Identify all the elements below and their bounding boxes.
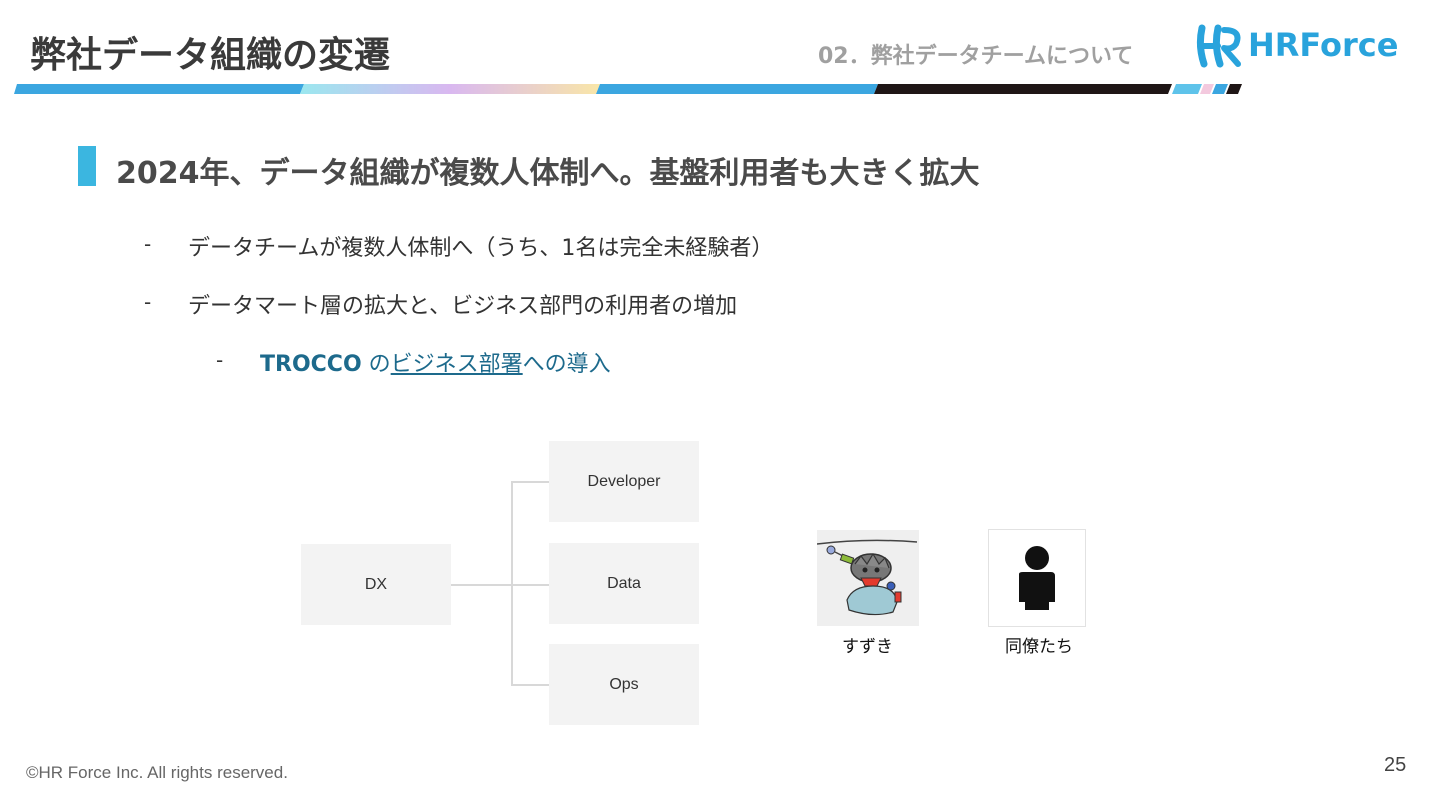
page-number: 25 xyxy=(1384,754,1407,776)
company-logo: HRForce xyxy=(1196,24,1402,70)
trocco-label: TROCCO xyxy=(260,352,362,377)
slide-title: 弊社データ組織の変遷 xyxy=(30,35,391,76)
connector-line xyxy=(511,684,549,686)
logo-text: HRForce xyxy=(1248,26,1399,64)
bullet-text: データチームが複数人体制へ（うち、1名は完全未経験者） xyxy=(188,236,774,261)
org-child-box: Developer xyxy=(549,441,699,522)
bullet-dash: - xyxy=(144,290,152,314)
header-stripe xyxy=(14,84,1242,94)
copyright-footer: ©HR Force Inc. All rights reserved. xyxy=(26,763,288,782)
heading-accent-bar xyxy=(78,146,96,186)
connector-line xyxy=(511,481,549,483)
person-silhouette-icon xyxy=(1019,546,1055,610)
bullet-dash: - xyxy=(144,232,152,256)
section-label: 02．弊社データチームについて xyxy=(818,44,1134,69)
sub-bullet-text: TROCCO のビジネス部署への導入 xyxy=(260,346,611,378)
bullet-text: データマート層の拡大と、ビジネス部門の利用者の増加 xyxy=(188,294,738,319)
colleagues-avatar xyxy=(988,529,1086,627)
business-dept-link[interactable]: ビジネス部署 xyxy=(391,352,523,377)
org-root-box: DX xyxy=(301,544,451,625)
sub-bullet-mid: の xyxy=(361,352,391,377)
slide-heading: 2024年、データ組織が複数人体制へ。基盤利用者も大きく拡大 xyxy=(116,156,980,191)
connector-line xyxy=(511,584,549,586)
person-name: すずき xyxy=(842,637,893,657)
connector-line xyxy=(450,584,512,586)
sub-bullet-tail: への導入 xyxy=(522,352,611,377)
character-illustration-icon xyxy=(816,530,919,626)
logo-mark-icon xyxy=(1196,24,1241,68)
org-child-box: Data xyxy=(549,543,699,624)
suzuki-avatar xyxy=(816,530,919,626)
person-name: 同僚たち xyxy=(1005,637,1073,657)
org-child-box: Ops xyxy=(549,644,699,725)
sub-bullet-dash: - xyxy=(216,348,224,372)
